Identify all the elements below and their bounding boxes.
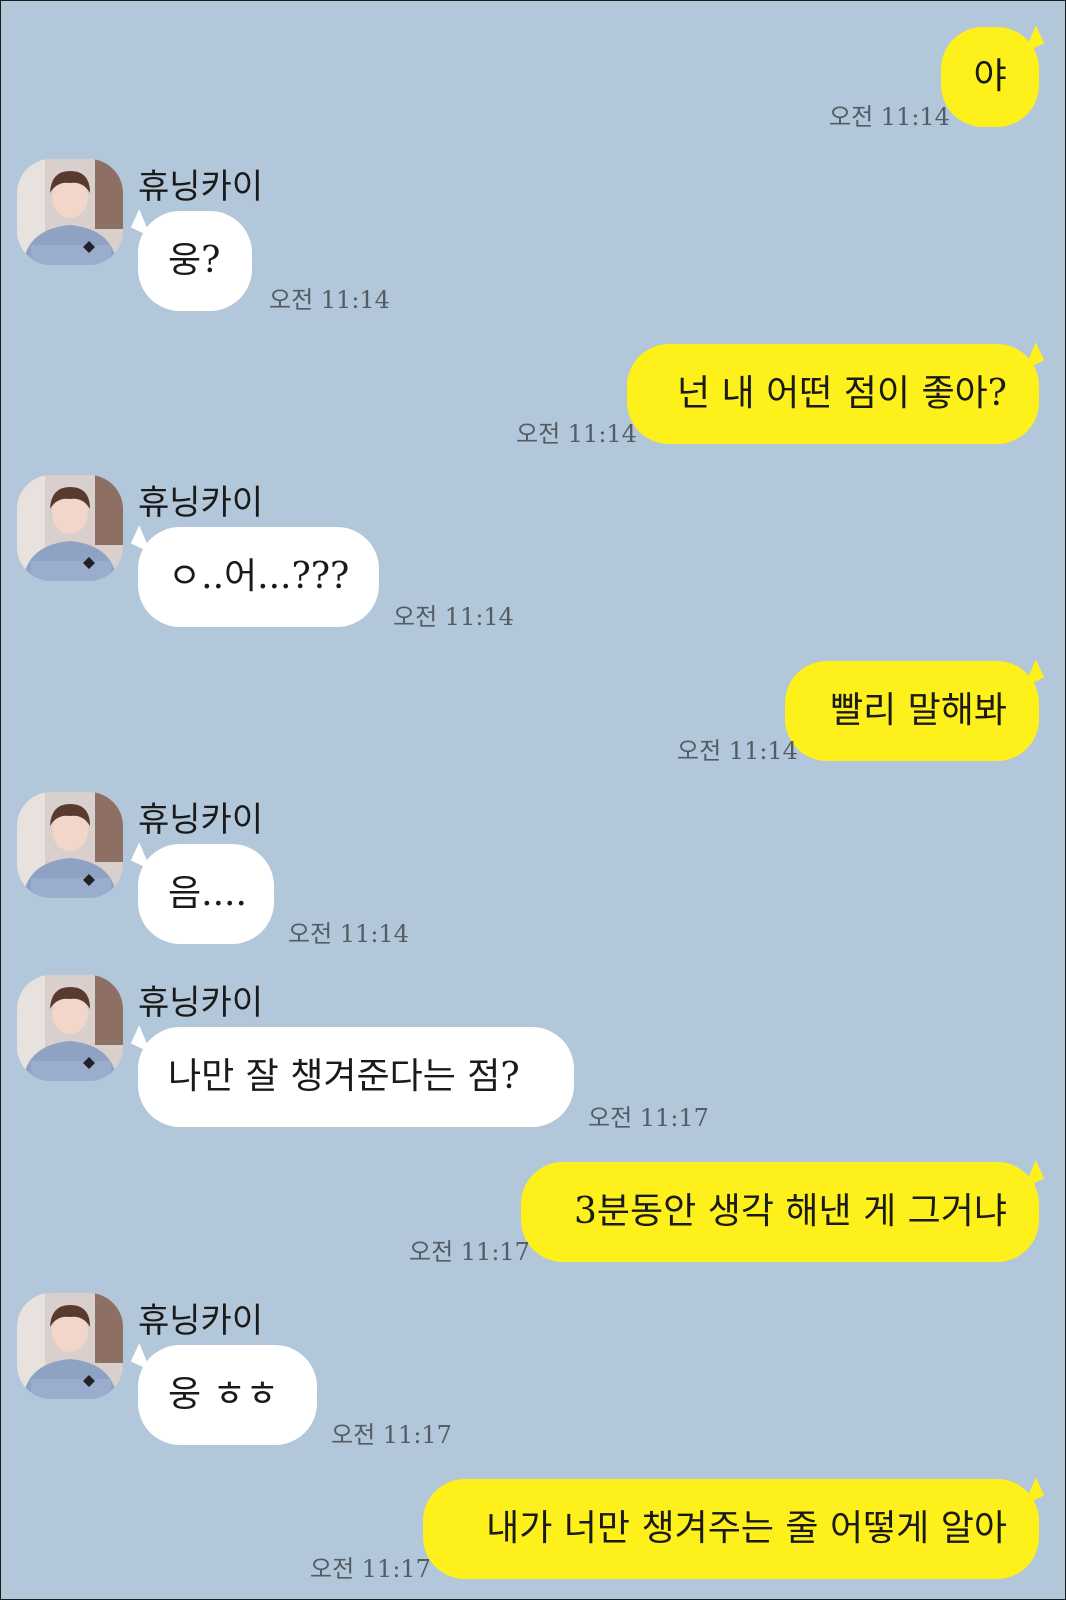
- message-time: 오전 11:14: [269, 286, 390, 314]
- message-text: 3분동안 생각 해낸 게 그거냐: [574, 1191, 1007, 1232]
- message-time: 오전 11:17: [588, 1104, 709, 1132]
- message-time: 오전 11:14: [677, 737, 798, 765]
- sent-message-bubble[interactable]: 3분동안 생각 해낸 게 그거냐: [521, 1162, 1039, 1262]
- sent-message-bubble[interactable]: 빨리 말해봐: [785, 661, 1039, 761]
- message-time: 오전 11:17: [310, 1555, 431, 1583]
- friend-name: 휴닝카이: [138, 1301, 264, 1341]
- message-time: 오전 11:17: [409, 1238, 530, 1266]
- profile-photo-avatar-icon: [17, 159, 123, 265]
- friend-name: 휴닝카이: [138, 167, 264, 207]
- message-time: 오전 11:14: [288, 920, 409, 948]
- profile-photo-avatar-icon: [17, 1293, 123, 1399]
- friend-name: 휴닝카이: [138, 983, 264, 1023]
- profile-photo-avatar-icon: [17, 475, 123, 581]
- sent-message-bubble[interactable]: 내가 너만 챙겨주는 줄 어떻게 알아: [423, 1479, 1039, 1579]
- message-time: 오전 11:14: [829, 103, 950, 131]
- message-text: ㅇ..어...???: [168, 556, 350, 597]
- sent-message-bubble[interactable]: 넌 내 어떤 점이 좋아?: [627, 344, 1039, 444]
- message-text: 야: [973, 56, 1007, 97]
- profile-photo-avatar-icon: [17, 975, 123, 1081]
- chat-window: 야 오전 11:14 휴닝카이 웅? 오전 11:14 넌 내 어떤 점이 좋아: [0, 0, 1066, 1600]
- message-time: 오전 11:14: [393, 603, 514, 631]
- friend-avatar[interactable]: [17, 975, 123, 1081]
- received-message-bubble[interactable]: 웅?: [138, 211, 252, 311]
- friend-avatar[interactable]: [17, 475, 123, 581]
- message-time: 오전 11:17: [331, 1421, 452, 1449]
- friend-avatar[interactable]: [17, 792, 123, 898]
- message-text: 음....: [168, 873, 247, 914]
- received-message-bubble[interactable]: 나만 잘 챙겨준다는 점?: [138, 1027, 574, 1127]
- profile-photo-avatar-icon: [17, 792, 123, 898]
- message-text: 웅?: [168, 240, 221, 281]
- message-text: 내가 너만 챙겨주는 줄 어떻게 알아: [486, 1508, 1007, 1549]
- sent-message-bubble[interactable]: 야: [941, 27, 1039, 127]
- friend-name: 휴닝카이: [138, 800, 264, 840]
- friend-avatar[interactable]: [17, 159, 123, 265]
- message-text: 나만 잘 챙겨준다는 점?: [168, 1056, 520, 1097]
- received-message-bubble[interactable]: 음....: [138, 844, 274, 944]
- message-text: 빨리 말해봐: [829, 690, 1007, 731]
- received-message-bubble[interactable]: 웅 ㅎㅎ: [138, 1345, 317, 1445]
- message-text: 웅 ㅎㅎ: [168, 1374, 279, 1415]
- message-time: 오전 11:14: [516, 420, 637, 448]
- message-text: 넌 내 어떤 점이 좋아?: [676, 373, 1007, 414]
- friend-name: 휴닝카이: [138, 483, 264, 523]
- received-message-bubble[interactable]: ㅇ..어...???: [138, 527, 379, 627]
- friend-avatar[interactable]: [17, 1293, 123, 1399]
